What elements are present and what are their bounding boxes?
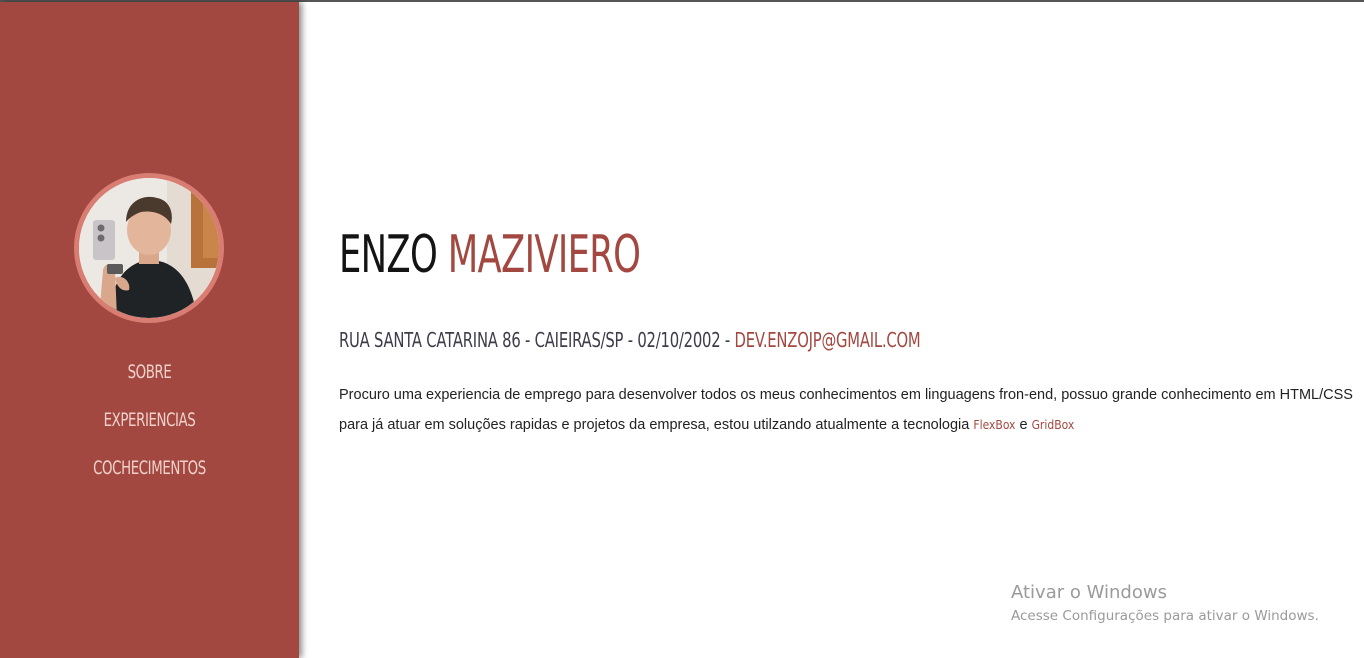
contact-address: RUA SANTA CATARINA 86 - CAIEIRAS/SP - 02… — [339, 328, 735, 352]
contact-line: RUA SANTA CATARINA 86 - CAIEIRAS/SP - 02… — [339, 326, 921, 354]
watermark-title: Ativar o Windows — [1011, 582, 1167, 603]
avatar — [74, 173, 224, 323]
sidebar: SOBRE EXPERIENCIAS COCHECIMENTOS — [0, 2, 299, 658]
about-paragraph: Procuro uma experiencia de emprego para … — [339, 380, 1354, 440]
about-text: Procuro uma experiencia de emprego para … — [339, 387, 1353, 433]
contact-email[interactable]: DEV.ENZOJP@GMAIL.COM — [735, 328, 921, 352]
page-title: ENZO MAZIVIERO — [339, 224, 641, 286]
first-name: ENZO — [339, 225, 438, 285]
nav-item-sobre[interactable]: SOBRE — [33, 348, 266, 396]
sidebar-nav: SOBRE EXPERIENCIAS COCHECIMENTOS — [0, 348, 299, 492]
about-connector: e — [1015, 417, 1032, 433]
main-content: ENZO MAZIVIERO RUA SANTA CATARINA 86 - C… — [339, 0, 1354, 658]
nav-item-cochecimentos[interactable]: COCHECIMENTOS — [33, 444, 266, 492]
avatar-photo — [79, 178, 219, 318]
windows-activation-watermark: Ativar o Windows Acesse Configurações pa… — [1011, 580, 1319, 626]
nav-item-experiencias[interactable]: EXPERIENCIAS — [33, 396, 266, 444]
last-name: MAZIVIERO — [447, 225, 641, 285]
watermark-subtitle: Acesse Configurações para ativar o Windo… — [1011, 608, 1319, 624]
tech-gridbox: GridBox — [1031, 418, 1075, 432]
tech-flexbox: FlexBox — [973, 418, 1016, 432]
